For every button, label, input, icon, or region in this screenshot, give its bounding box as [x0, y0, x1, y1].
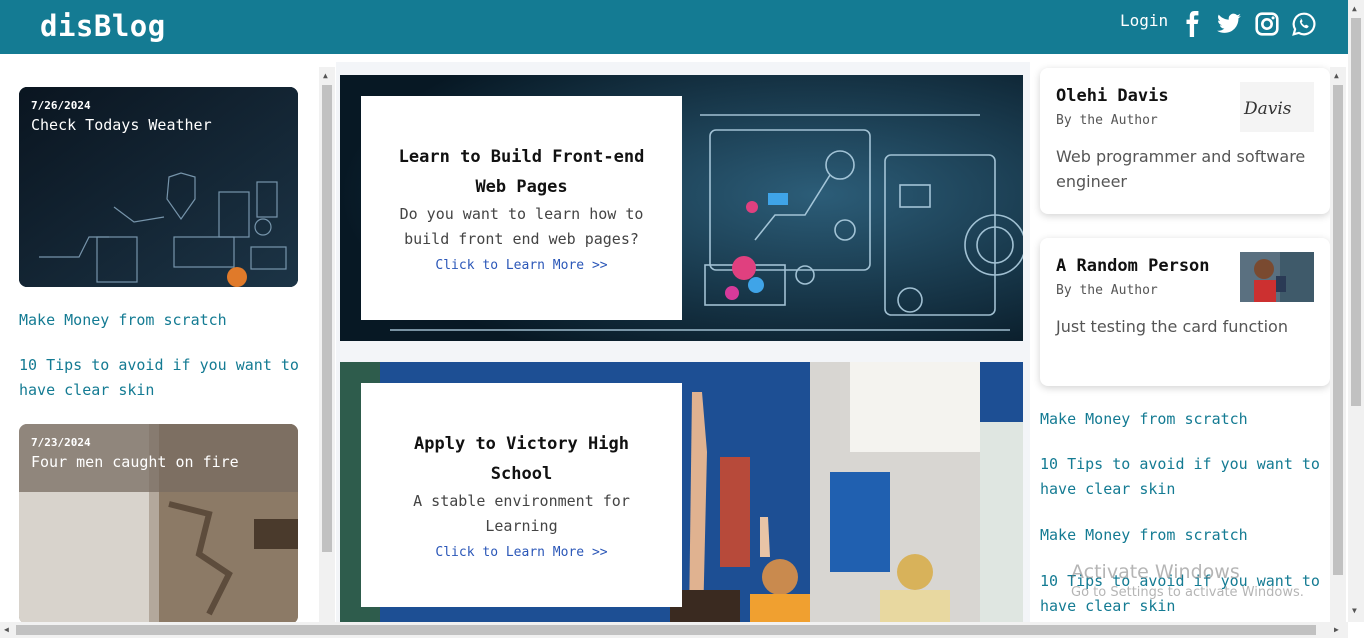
scroll-up-icon[interactable]: ▲ [1352, 4, 1357, 14]
article-link[interactable]: 10 Tips to avoid if you want to have cle… [19, 353, 299, 403]
scrollbar-thumb[interactable] [1351, 18, 1361, 406]
author-signature-image: Davis [1240, 82, 1314, 132]
right-sidebar: Olehi Davis By the Author Davis Web prog… [1030, 54, 1330, 622]
author-name: Olehi Davis [1056, 86, 1169, 106]
left-column-scrollbar[interactable]: ▲ [319, 67, 335, 622]
scroll-down-icon[interactable]: ▼ [1352, 606, 1357, 616]
scrollbar-thumb[interactable] [322, 85, 332, 552]
author-role: By the Author [1056, 283, 1158, 298]
facebook-icon[interactable] [1180, 11, 1206, 37]
hero-description: Do you want to learn how to build front … [399, 205, 644, 248]
scrollbar-thumb[interactable] [1333, 85, 1343, 575]
hero-banner: Apply to Victory High School A stable en… [340, 362, 1023, 622]
watermark-subtitle: Go to Settings to activate Windows. [1071, 585, 1304, 600]
learn-more-link[interactable]: Click to Learn More >> [361, 258, 682, 273]
article-link[interactable]: Make Money from scratch [1040, 523, 1335, 548]
windows-activation-watermark: Activate Windows Go to Settings to activ… [1071, 561, 1304, 600]
twitter-icon[interactable] [1216, 11, 1242, 37]
author-card[interactable]: Olehi Davis By the Author Davis Web prog… [1040, 68, 1330, 214]
article-link[interactable]: Make Money from scratch [19, 308, 299, 333]
scroll-up-icon[interactable]: ▲ [323, 71, 328, 81]
right-column-scrollbar[interactable]: ▲ [1330, 67, 1346, 622]
author-avatar [1240, 252, 1314, 302]
scroll-right-icon[interactable]: ▶ [1334, 625, 1339, 635]
author-card[interactable]: A Random Person By the Author Just testi… [1040, 238, 1330, 386]
hero-text-box: Apply to Victory High School A stable en… [361, 383, 682, 607]
whatsapp-icon[interactable] [1291, 11, 1317, 37]
left-sidebar: 7/26/2024 Check Todays Weather Make Mone… [0, 54, 320, 624]
post-date: 7/26/2024 [31, 99, 91, 112]
brand-logo[interactable]: disBlog [40, 9, 166, 43]
scroll-left-icon[interactable]: ◀ [4, 625, 9, 635]
svg-text:Davis: Davis [1243, 99, 1292, 119]
hero-title: Apply to Victory High School [414, 434, 629, 484]
post-card[interactable]: 7/23/2024 Four men caught on fire [19, 424, 298, 624]
author-name: A Random Person [1056, 256, 1210, 276]
post-title[interactable]: Check Todays Weather [31, 116, 286, 134]
article-link[interactable]: 10 Tips to avoid if you want to have cle… [1040, 452, 1335, 502]
post-card[interactable]: 7/26/2024 Check Todays Weather [19, 87, 298, 287]
post-card-caption: 7/23/2024 Four men caught on fire [19, 424, 298, 492]
post-card-caption: 7/26/2024 Check Todays Weather [19, 87, 298, 144]
hero-banner: Learn to Build Front-end Web Pages Do yo… [340, 75, 1023, 341]
login-link[interactable]: Login [1120, 11, 1168, 30]
scrollbar-thumb[interactable] [16, 625, 1316, 635]
article-link[interactable]: Make Money from scratch [1040, 407, 1335, 432]
top-navbar: disBlog Login [0, 0, 1349, 54]
watermark-title: Activate Windows [1071, 561, 1240, 583]
instagram-icon[interactable] [1254, 11, 1280, 37]
page-vertical-scrollbar[interactable]: ▲ ▼ [1348, 0, 1364, 622]
post-title[interactable]: Four men caught on fire [31, 453, 286, 471]
author-bio: Web programmer and software engineer [1056, 147, 1306, 191]
learn-more-link[interactable]: Click to Learn More >> [361, 545, 682, 560]
featured-content: Learn to Build Front-end Web Pages Do yo… [336, 62, 1030, 622]
post-date: 7/23/2024 [31, 436, 91, 449]
hero-description: A stable environment for Learning [413, 492, 630, 535]
hero-title: Learn to Build Front-end Web Pages [398, 147, 645, 197]
hero-text-box: Learn to Build Front-end Web Pages Do yo… [361, 96, 682, 320]
author-role: By the Author [1056, 113, 1158, 128]
page-horizontal-scrollbar[interactable]: ◀ ▶ [0, 622, 1348, 638]
author-bio: Just testing the card function [1056, 317, 1288, 336]
scroll-up-icon[interactable]: ▲ [1334, 71, 1339, 81]
